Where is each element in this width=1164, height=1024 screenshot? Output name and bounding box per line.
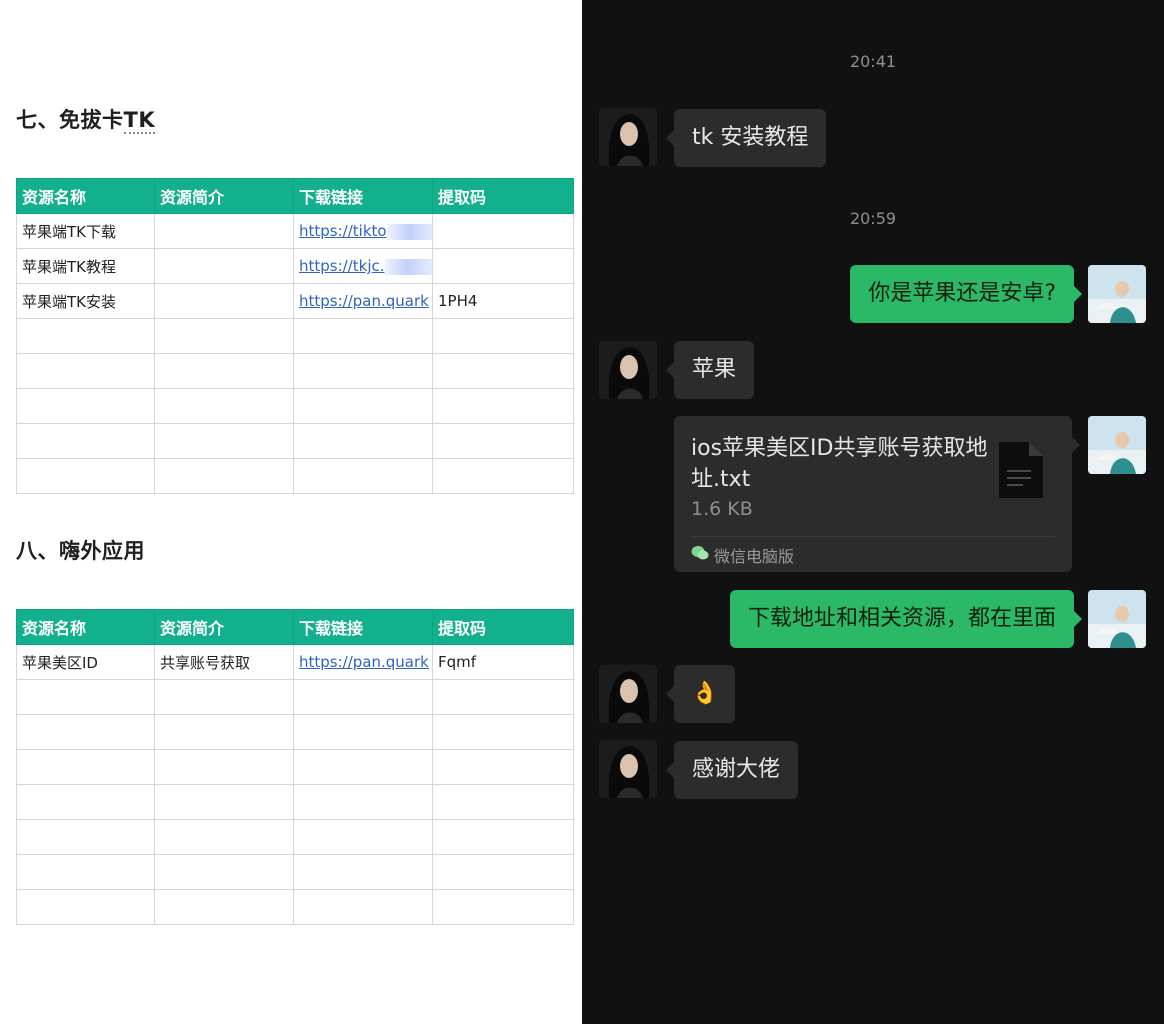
empty-row xyxy=(16,749,574,785)
empty-row xyxy=(16,854,574,890)
message-bubble[interactable]: 苹果 xyxy=(665,341,755,399)
section-7-title: 七、免拔卡TK xyxy=(16,108,156,134)
table-row: 苹果端TK下载 https://tikto/ xyxy=(16,213,574,249)
cell-name: 苹果端TK教程 xyxy=(16,248,155,284)
header-desc: 资源简介 xyxy=(154,609,294,645)
header-name: 资源名称 xyxy=(16,609,155,645)
cell-name: 苹果端TK下载 xyxy=(16,213,155,249)
contact-avatar[interactable] xyxy=(599,665,657,723)
divider xyxy=(691,536,1055,537)
message-bubble-self[interactable]: 你是苹果还是安卓? xyxy=(850,265,1082,323)
cell-code: Fqmf xyxy=(432,644,574,680)
empty-row xyxy=(16,388,574,424)
file-source-label: 微信电脑版 xyxy=(714,547,795,566)
redacted-blur xyxy=(386,223,432,240)
table-row: 苹果端TK安装 https://pan.quark 1PH4 xyxy=(16,283,574,319)
contact-avatar[interactable] xyxy=(599,740,657,798)
cell-desc: 共享账号获取 xyxy=(154,644,294,680)
header-name: 资源名称 xyxy=(16,178,155,214)
empty-row xyxy=(16,318,574,354)
timestamp: 20:59 xyxy=(849,209,897,228)
table-header-row: 资源名称 资源简介 下载链接 提取码 xyxy=(16,178,574,214)
document-icon xyxy=(999,442,1043,502)
redacted-blur xyxy=(384,258,432,275)
header-link: 下载链接 xyxy=(293,609,433,645)
cell-desc xyxy=(154,283,294,319)
cell-desc xyxy=(154,248,294,284)
ok-emoji-bubble[interactable]: 👌 xyxy=(665,665,736,723)
section-8-title: 八、嗨外应用 xyxy=(16,539,145,563)
empty-row xyxy=(16,889,574,925)
self-avatar[interactable] xyxy=(1088,416,1146,474)
self-avatar[interactable] xyxy=(1088,265,1146,323)
file-name: ios苹果美区ID共享账号获取地址.txt xyxy=(691,436,988,492)
empty-row xyxy=(16,423,574,459)
cell-name: 苹果端TK安装 xyxy=(16,283,155,319)
table-header-row: 资源名称 资源简介 下载链接 提取码 xyxy=(16,609,574,645)
table-row: 苹果端TK教程 https://tkjc./ xyxy=(16,248,574,284)
message-bubble[interactable]: 感谢大佬 xyxy=(665,741,799,799)
cell-code xyxy=(432,248,574,284)
empty-row xyxy=(16,353,574,389)
chat-panel: 20:41 tk 安装教程 20:59 你是苹果还是安卓? 苹果 ios苹果美区… xyxy=(582,0,1164,1024)
header-code: 提取码 xyxy=(432,609,574,645)
resource-table-apps: 资源名称 资源简介 下载链接 提取码 苹果美区ID 共享账号获取 https:/… xyxy=(16,609,574,925)
timestamp: 20:41 xyxy=(849,52,897,71)
empty-row xyxy=(16,714,574,750)
empty-row xyxy=(16,784,574,820)
cell-code: 1PH4 xyxy=(432,283,574,319)
file-size: 1.6 KB xyxy=(691,498,753,520)
message-bubble-self[interactable]: 下载地址和相关资源，都在里面 xyxy=(729,590,1083,648)
contact-avatar[interactable] xyxy=(599,108,657,166)
header-code: 提取码 xyxy=(432,178,574,214)
contact-avatar[interactable] xyxy=(599,341,657,399)
empty-row xyxy=(16,819,574,855)
file-message-card[interactable]: ios苹果美区ID共享账号获取地址.txt 1.6 KB 微信电脑版 xyxy=(674,416,1080,572)
cell-name: 苹果美区ID xyxy=(16,644,155,680)
empty-row xyxy=(16,458,574,494)
resource-table-tk: 资源名称 资源简介 下载链接 提取码 苹果端TK下载 https://tikto… xyxy=(16,178,574,494)
self-avatar[interactable] xyxy=(1088,590,1146,648)
download-link[interactable]: https://tkjc./ xyxy=(293,248,433,284)
file-source: 微信电脑版 xyxy=(691,543,794,567)
cell-desc xyxy=(154,213,294,249)
table-row: 苹果美区ID 共享账号获取 https://pan.quark Fqmf xyxy=(16,644,574,680)
document-panel: 七、免拔卡TK 资源名称 资源简介 下载链接 提取码 苹果端TK下载 https… xyxy=(0,0,582,1024)
header-link: 下载链接 xyxy=(293,178,433,214)
empty-row xyxy=(16,679,574,715)
cell-code xyxy=(432,213,574,249)
wechat-icon xyxy=(691,545,709,565)
header-desc: 资源简介 xyxy=(154,178,294,214)
download-link[interactable]: https://tikto/ xyxy=(293,213,433,249)
message-bubble[interactable]: tk 安装教程 xyxy=(665,109,827,167)
download-link[interactable]: https://pan.quark xyxy=(293,283,433,319)
download-link[interactable]: https://pan.quark xyxy=(293,644,433,680)
